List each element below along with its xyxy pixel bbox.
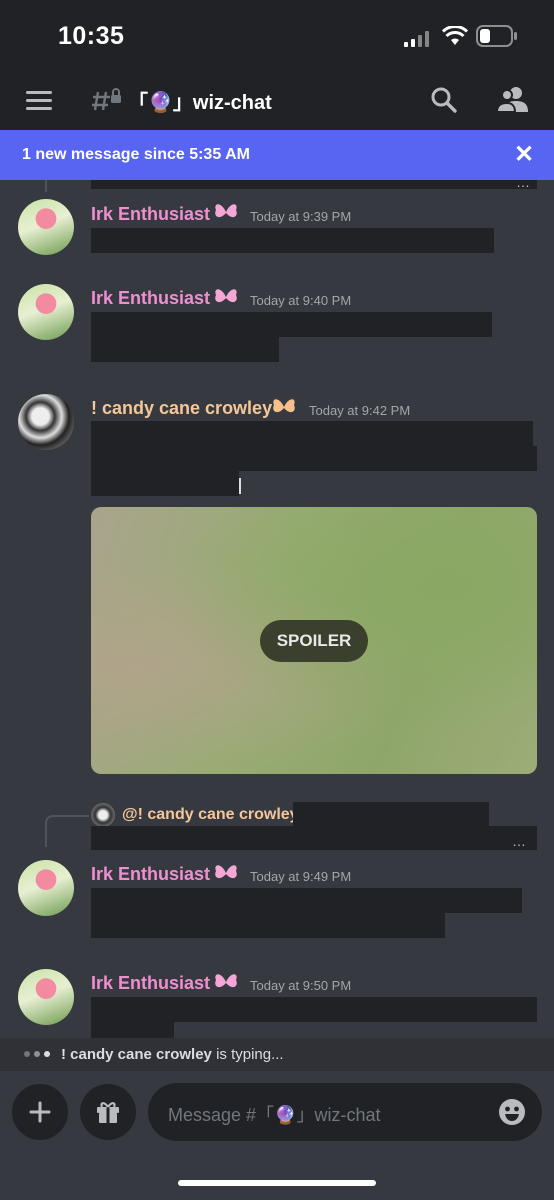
home-indicator[interactable] [178,1180,376,1186]
hamburger-icon[interactable] [26,86,52,112]
battery-icon [476,25,517,47]
redacted-text [91,997,537,1022]
spoiler-label[interactable]: SPOILER [260,620,368,662]
redacted-text [91,337,279,362]
redacted-text [91,471,239,496]
avatar[interactable] [18,284,74,340]
redacted-text [91,421,533,446]
message-input-placeholder: Message #「🔮」wiz-chat [168,1105,381,1125]
emoji-icon[interactable] [498,1098,526,1126]
message-author[interactable]: ! candy cane crowley [91,398,272,419]
message-input[interactable]: Message #「🔮」wiz-chat [148,1083,542,1141]
avatar[interactable] [18,969,74,1025]
message-timestamp: Today at 9:39 PM [250,209,352,224]
butterfly-badge-icon [215,204,237,218]
typing-indicator: ! candy cane crowley is typing... [0,1038,554,1071]
channel-name[interactable]: 「🔮」wiz-chat [128,86,272,115]
new-messages-banner[interactable]: 1 new message since 5:35 AM ✕ [0,130,554,180]
reply-author[interactable]: @! candy cane crowley [122,806,299,824]
message-author[interactable]: Irk Enthusiast [91,973,210,994]
add-attachment-button[interactable] [12,1084,68,1140]
avatar[interactable] [18,394,74,450]
message-author[interactable]: Irk Enthusiast [91,864,210,885]
wifi-icon [442,26,468,45]
channel-header: 「🔮」wiz-chat [0,70,554,130]
butterfly-badge-icon [215,865,237,879]
gift-button[interactable] [80,1084,136,1140]
text-cursor [239,478,241,494]
channel-hash-lock-icon [92,88,121,111]
butterfly-badge-icon [215,289,237,303]
redacted-text [91,1022,174,1038]
search-icon[interactable] [430,86,458,114]
signal-icon [404,31,434,47]
redacted-text [91,826,537,850]
typing-suffix: is typing... [211,1046,284,1063]
new-messages-text: 1 new message since 5:35 AM [22,146,250,163]
more-options-icon[interactable]: … [516,174,530,190]
typing-user: ! candy cane crowley [61,1046,212,1063]
redacted-text [91,312,492,337]
redacted-text [91,446,537,471]
butterfly-badge-icon [215,974,237,988]
redacted-text [91,913,445,938]
gift-icon [97,1102,119,1123]
status-bar: 10:35 [0,0,554,70]
redacted-text [293,802,489,826]
message-author[interactable]: Irk Enthusiast [91,204,210,225]
close-icon[interactable]: ✕ [514,140,534,169]
avatar[interactable] [18,199,74,255]
more-options-icon[interactable]: … [512,833,526,849]
redacted-text [91,888,522,913]
members-icon[interactable] [496,85,528,113]
message-timestamp: Today at 9:50 PM [250,978,352,993]
reply-avatar [91,803,115,827]
reply-connector [45,815,89,847]
message-author[interactable]: Irk Enthusiast [91,288,210,309]
status-time: 10:35 [58,22,125,50]
reply-connector [45,180,47,192]
plus-icon [29,1101,51,1123]
typing-dots-icon [24,1051,54,1059]
redacted-text [91,180,537,189]
avatar[interactable] [18,860,74,916]
message-timestamp: Today at 9:42 PM [309,403,411,418]
spoiler-image[interactable]: SPOILER [91,507,537,774]
redacted-text [91,228,494,253]
message-timestamp: Today at 9:49 PM [250,869,352,884]
butterfly-badge-icon [273,399,295,413]
message-timestamp: Today at 9:40 PM [250,293,352,308]
